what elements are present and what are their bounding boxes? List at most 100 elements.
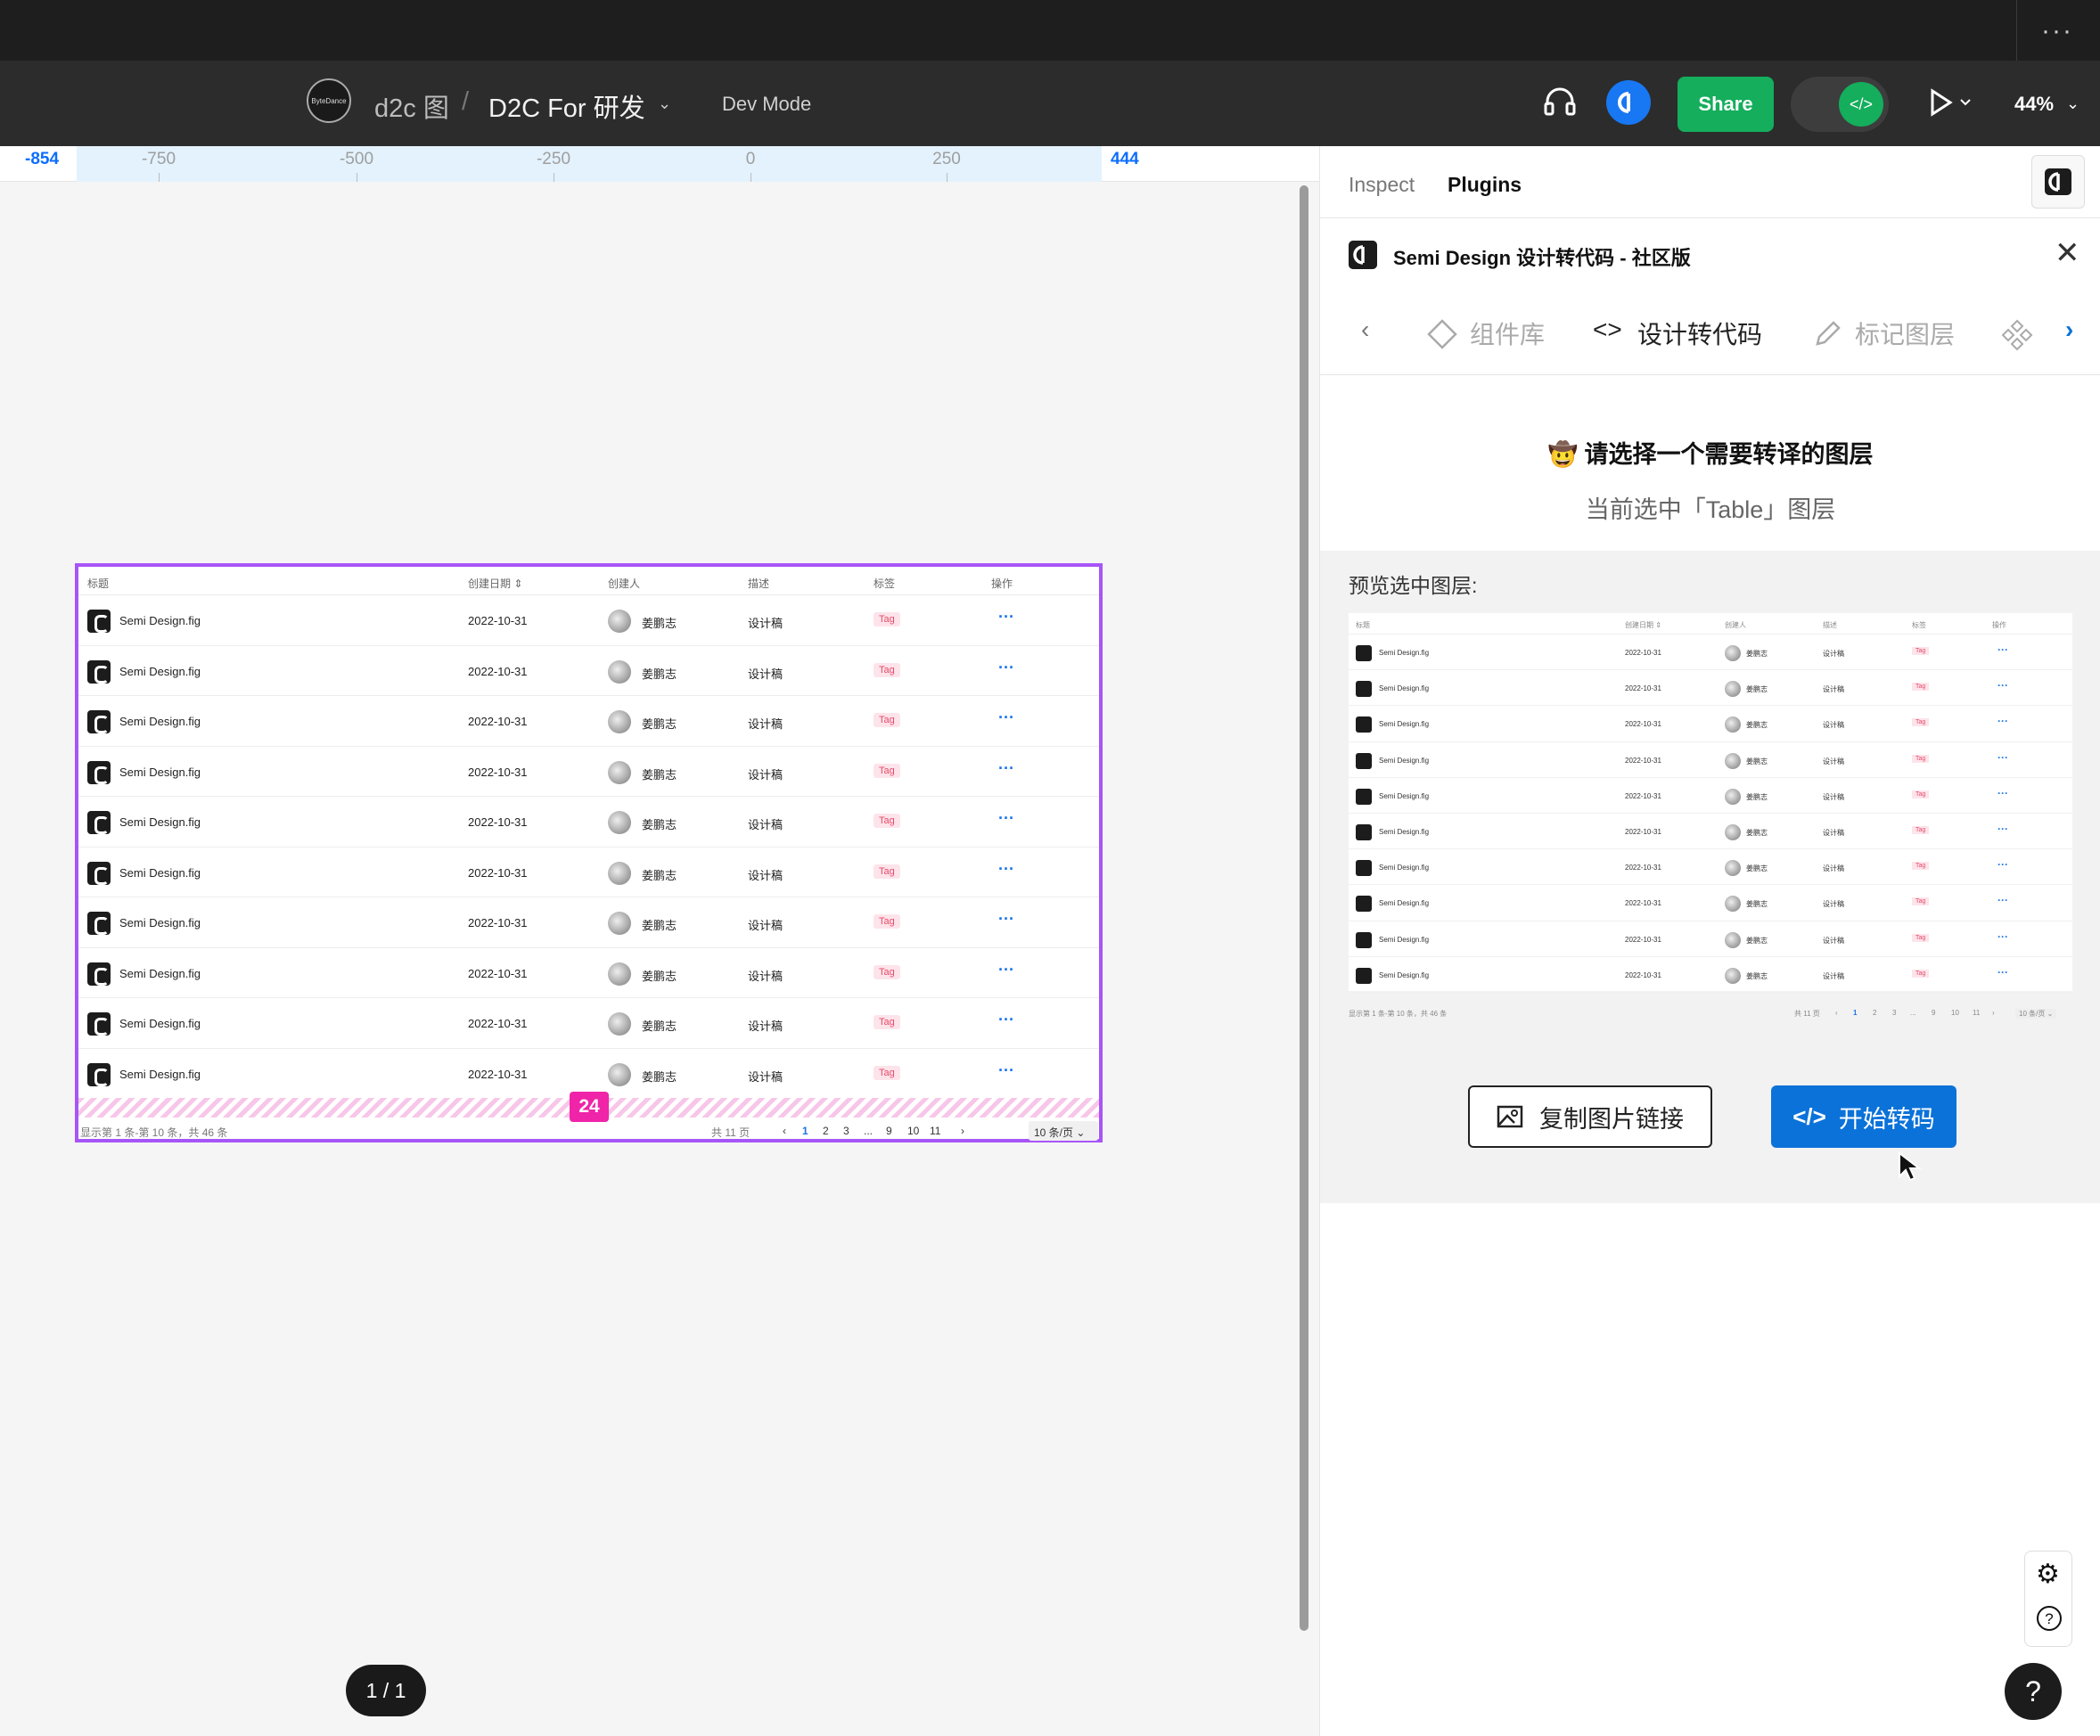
- preview-cell-title: Semi Design.fig: [1379, 684, 1430, 693]
- more-actions-icon[interactable]: ···: [998, 1011, 1014, 1029]
- start-transcode-button[interactable]: </> 开始转码: [1771, 1085, 1956, 1148]
- tab-plugins[interactable]: Plugins: [1448, 173, 1522, 197]
- preview-more-icon: ···: [1997, 823, 2008, 835]
- preview-cell-date: 2022-10-31: [1625, 684, 1661, 693]
- preview-cell-title: Semi Design.fig: [1379, 828, 1430, 836]
- canvas-scrollbar[interactable]: [1300, 185, 1308, 1631]
- team-logo[interactable]: ByteDance: [307, 78, 351, 123]
- pagination-item[interactable]: 2: [823, 1125, 829, 1137]
- preview-cell-creator: 姜鹏志: [1746, 792, 1768, 801]
- pagination-item[interactable]: 9: [886, 1125, 892, 1137]
- close-icon[interactable]: ✕: [2055, 235, 2080, 271]
- more-icon[interactable]: ···: [2041, 16, 2073, 46]
- preview-cell-title: Semi Design.fig: [1379, 864, 1430, 872]
- table-row[interactable]: Semi Design.fig 2022-10-31 姜鹏志 设计稿 Tag ···: [78, 797, 1099, 848]
- table-row[interactable]: Semi Design.fig 2022-10-31 姜鹏志 设计稿 Tag ···: [78, 848, 1099, 897]
- table-row[interactable]: Semi Design.fig 2022-10-31 姜鹏志 设计稿 Tag ···: [78, 897, 1099, 948]
- preview-header-date: 创建日期 ⇕: [1625, 621, 1661, 629]
- help-button[interactable]: ?: [2005, 1663, 2062, 1720]
- play-icon[interactable]: [1925, 87, 1979, 118]
- more-actions-icon[interactable]: ···: [998, 759, 1014, 778]
- pagination-item[interactable]: 3: [843, 1125, 849, 1137]
- avatar: [1725, 645, 1741, 661]
- chevron-down-icon[interactable]: ⌄: [658, 94, 671, 113]
- preview-header-action: 操作: [1992, 621, 2006, 629]
- avatar: [608, 760, 631, 784]
- more-actions-icon[interactable]: ···: [998, 1061, 1014, 1080]
- preview-more-icon: ···: [1997, 643, 2008, 656]
- help-circle-icon[interactable]: ?: [2036, 1605, 2063, 1632]
- breadcrumb-separator: /: [462, 87, 470, 116]
- pagination-item[interactable]: ...: [864, 1125, 873, 1137]
- preview-cell-desc: 设计稿: [1823, 971, 1844, 980]
- table-header: 标题 创建日期 ⇕ 创建人 描述 标签 操作: [78, 567, 1099, 595]
- more-actions-icon[interactable]: ···: [998, 708, 1014, 727]
- breadcrumb-file[interactable]: D2C For 研发: [488, 87, 645, 125]
- more-actions-icon[interactable]: ···: [998, 961, 1014, 979]
- table-row[interactable]: Semi Design.fig 2022-10-31 姜鹏志 设计稿 Tag ···: [78, 646, 1099, 696]
- breadcrumb-project[interactable]: d2c 图: [374, 87, 449, 125]
- cell-creator: 姜鹏志: [642, 919, 677, 932]
- cell-desc: 设计稿: [748, 717, 783, 731]
- headphones-icon[interactable]: [1542, 84, 1578, 119]
- cell-tag: Tag: [874, 864, 900, 879]
- nav-prev-icon[interactable]: ‹: [1361, 315, 1369, 344]
- file-icon: [87, 861, 111, 885]
- avatar: [608, 710, 631, 733]
- nav-mark-layers[interactable]: 标记图层: [1855, 315, 1955, 351]
- pagination-item[interactable]: ‹: [783, 1125, 786, 1137]
- cell-creator: 姜鹏志: [642, 617, 677, 630]
- nav-design-to-code[interactable]: 设计转代码: [1637, 315, 1762, 351]
- cell-title: Semi Design.fig: [119, 664, 201, 678]
- preview-cell-creator: 姜鹏志: [1746, 650, 1768, 658]
- semi-plugin-icon[interactable]: [1606, 80, 1651, 125]
- page-indicator[interactable]: 1 / 1: [346, 1665, 426, 1716]
- code-icon[interactable]: </>: [1839, 82, 1883, 127]
- pagination-item[interactable]: 11: [930, 1125, 940, 1137]
- avatar: [608, 811, 631, 834]
- pagination-item[interactable]: ›: [961, 1125, 964, 1137]
- more-actions-icon[interactable]: ···: [998, 910, 1014, 929]
- table-row[interactable]: Semi Design.fig 2022-10-31 姜鹏志 设计稿 Tag ···: [78, 696, 1099, 747]
- file-icon: [87, 1062, 111, 1086]
- copy-image-link-button[interactable]: 复制图片链接: [1468, 1085, 1712, 1148]
- tab-inspect[interactable]: Inspect: [1349, 173, 1415, 197]
- table-row[interactable]: Semi Design.fig 2022-10-31 姜鹏志 设计稿 Tag ···: [78, 948, 1099, 998]
- cell-title: Semi Design.fig: [119, 1067, 201, 1081]
- more-actions-icon[interactable]: ···: [998, 608, 1014, 626]
- page-size-select[interactable]: 10 条/页 ⌄: [1029, 1121, 1098, 1141]
- gear-icon[interactable]: ⚙: [2036, 1559, 2060, 1590]
- avatar: [1725, 752, 1741, 769]
- preview-cell-tag: Tag: [1912, 683, 1930, 692]
- zoom-level[interactable]: 44%: [2014, 93, 2054, 116]
- preview-pagination-item: ...: [1910, 1009, 1916, 1017]
- header-desc: 描述: [748, 577, 770, 590]
- nav-divider: [1320, 374, 2100, 375]
- more-actions-icon[interactable]: ···: [998, 860, 1014, 879]
- share-button[interactable]: Share: [1678, 77, 1774, 132]
- more-actions-icon[interactable]: ···: [998, 659, 1014, 677]
- table-frame[interactable]: 标题 创建日期 ⇕ 创建人 描述 标签 操作 Semi Design.fig 20…: [75, 563, 1103, 1142]
- preview-cell-date: 2022-10-31: [1625, 649, 1661, 657]
- nav-next-icon[interactable]: ›: [2065, 315, 2073, 344]
- table-row[interactable]: Semi Design.fig 2022-10-31 姜鹏志 设计稿 Tag ···: [78, 595, 1099, 646]
- cell-creator: 姜鹏志: [642, 868, 677, 882]
- table-row[interactable]: Semi Design.fig 2022-10-31 姜鹏志 设计稿 Tag ···: [78, 998, 1099, 1049]
- plugin-icon[interactable]: [2031, 155, 2085, 209]
- cell-date: 2022-10-31: [468, 664, 528, 678]
- table-row[interactable]: Semi Design.fig 2022-10-31 姜鹏志 设计稿 Tag ···: [78, 747, 1099, 797]
- mouse-cursor-icon: [1899, 1151, 1922, 1182]
- header-date[interactable]: 创建日期 ⇕: [468, 576, 522, 591]
- cell-creator: 姜鹏志: [642, 969, 677, 983]
- pagination-item[interactable]: 1: [802, 1125, 808, 1137]
- right-panel: Inspect Plugins Semi Design 设计转代码 - 社区版 …: [1319, 146, 2100, 1736]
- cell-title: Semi Design.fig: [119, 916, 201, 929]
- cell-date: 2022-10-31: [468, 815, 528, 829]
- pagination-item[interactable]: 10: [907, 1125, 919, 1137]
- preview-cell-desc: 设计稿: [1823, 792, 1844, 801]
- preview-total-pages: 共 11 页: [1794, 1010, 1820, 1018]
- preview-more-icon: ···: [1997, 894, 2008, 907]
- more-actions-icon[interactable]: ···: [998, 809, 1014, 828]
- zoom-chevron-icon[interactable]: ⌄: [2066, 94, 2079, 113]
- nav-component-library[interactable]: 组件库: [1470, 315, 1545, 351]
